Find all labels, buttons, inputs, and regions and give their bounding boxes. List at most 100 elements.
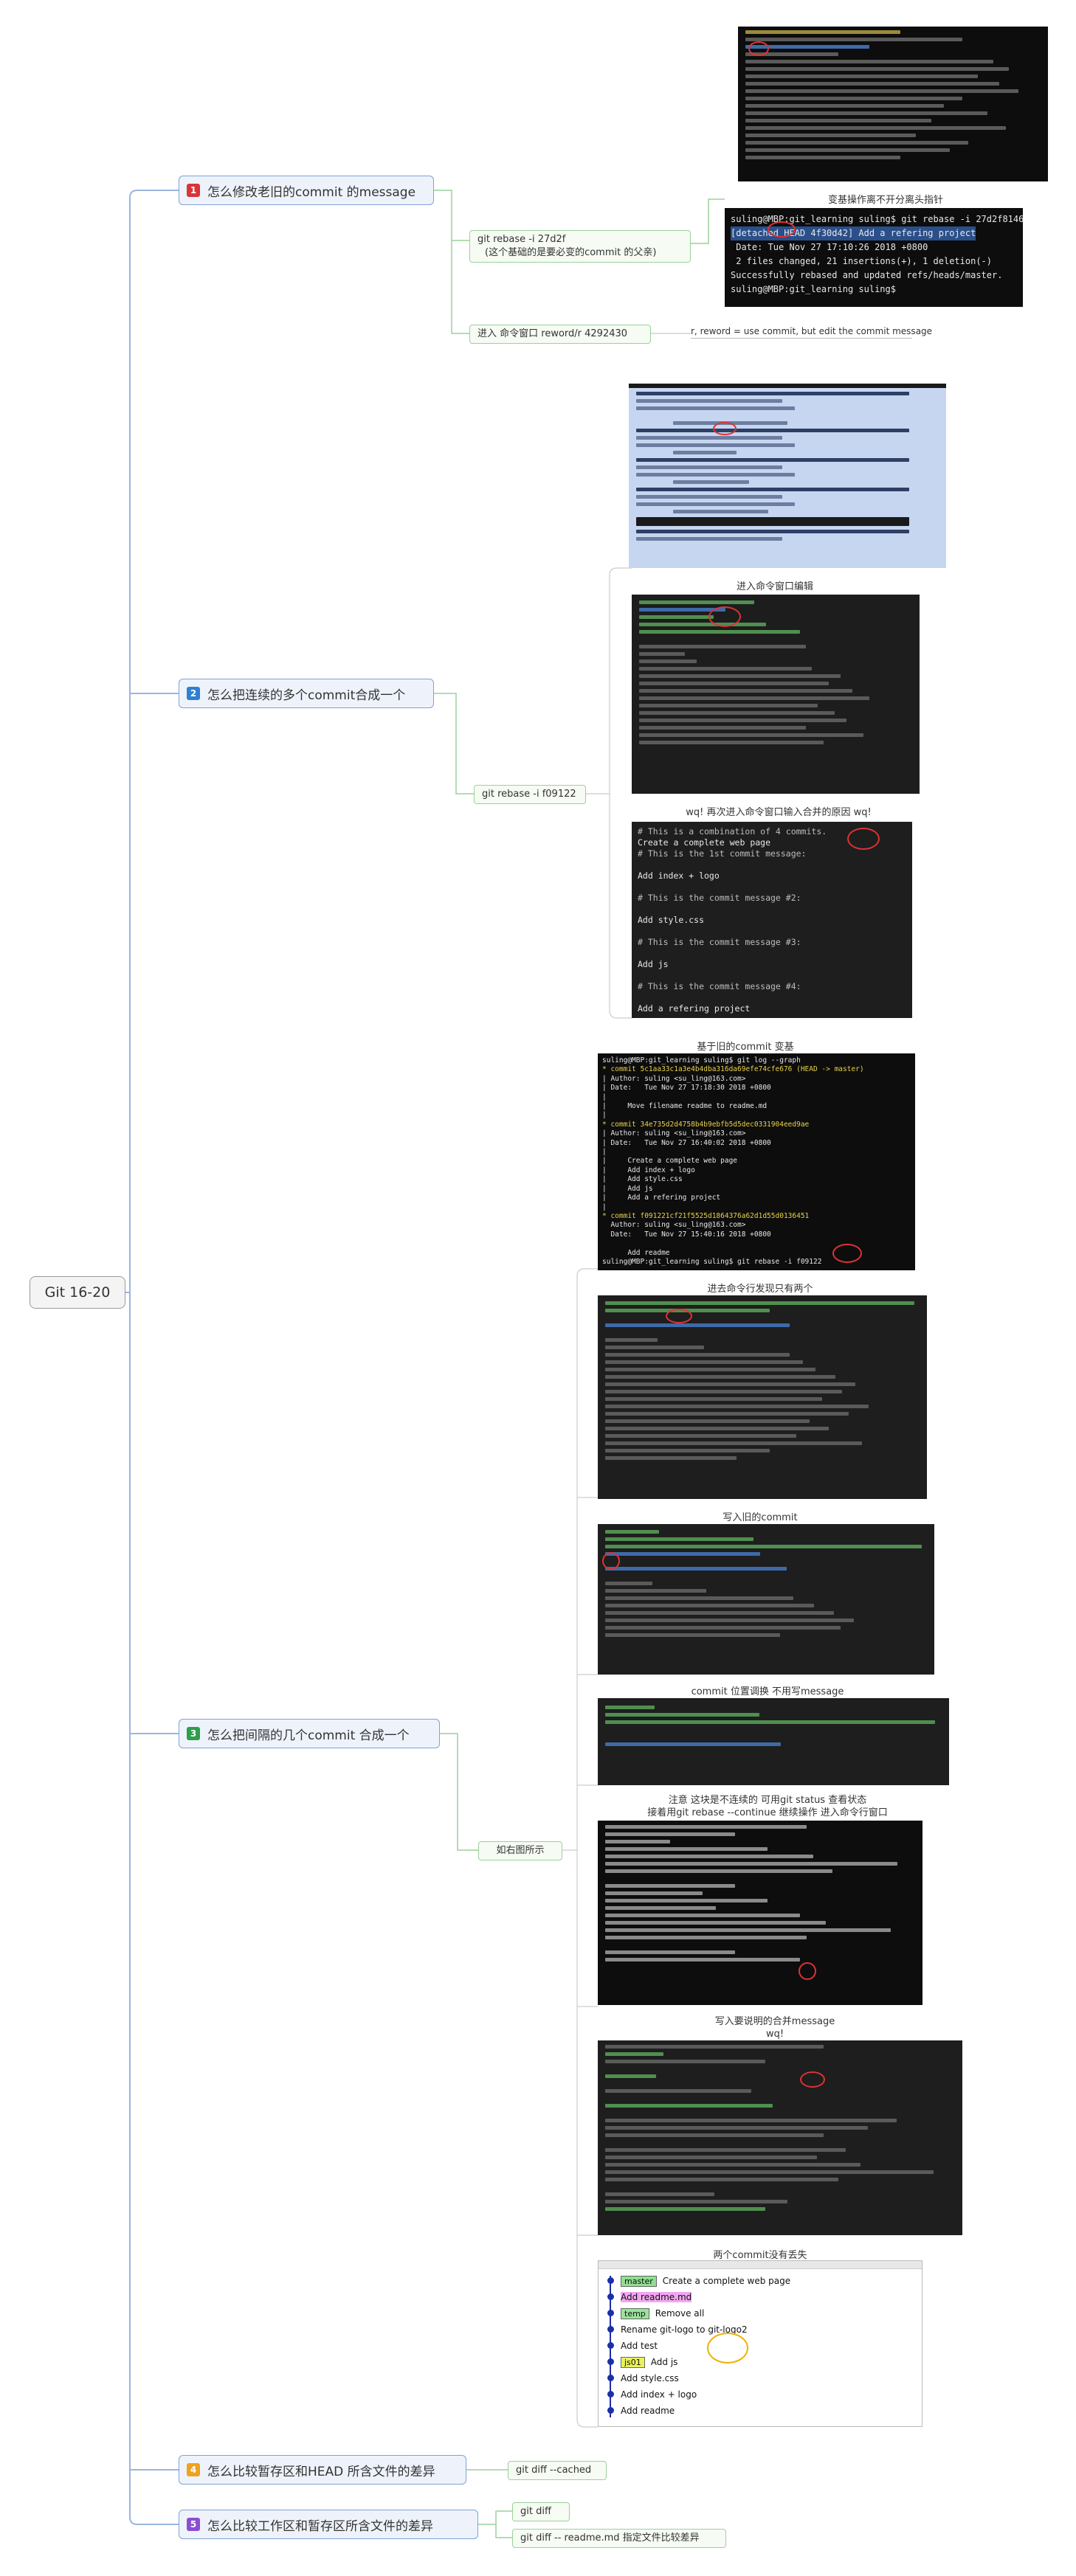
highlight-circle bbox=[602, 1552, 620, 1570]
root-node[interactable]: Git 16-20 bbox=[30, 1276, 125, 1309]
gitk-commit-dot bbox=[607, 2310, 614, 2316]
t1-rebase-todo-screenshot bbox=[738, 27, 1048, 181]
topic-3[interactable]: 3 怎么把间隔的几个commit 合成一个 bbox=[179, 1719, 440, 1748]
gitk-branch-tag: master bbox=[621, 2276, 657, 2287]
log-line: | Add index + logo bbox=[602, 1166, 695, 1174]
t3-caption-status-2: 接着用git rebase --continue 继续操作 进入命令行窗口 bbox=[647, 1807, 888, 1818]
t2-squash-message-screenshot: # This is a combination of 4 commits. Cre… bbox=[632, 822, 912, 1018]
gitk-branch-tag: js01 bbox=[621, 2357, 645, 2368]
gitk-row[interactable]: js01 Add js bbox=[621, 2357, 677, 2368]
t3-caption-pos: commit 位置调换 不用写message bbox=[691, 1686, 844, 1697]
t3-git-log-screenshot: suling@MBP:git_learning suling$ git log … bbox=[598, 1053, 915, 1270]
t3-write-old-commit-screenshot bbox=[598, 1524, 934, 1675]
gitk-row[interactable]: Add readme.md bbox=[621, 2292, 692, 2302]
t2-rebase-cmd: git rebase -i f09122 bbox=[482, 789, 576, 800]
squash-line bbox=[638, 948, 906, 959]
log-line: | Move filename readme to readme.md bbox=[602, 1102, 768, 1111]
t1-rebase-cmd: git rebase -i 27d2f bbox=[477, 234, 566, 245]
highlight-circle bbox=[713, 422, 737, 435]
topic-5-label: 怎么比较工作区和暂存区所含文件的差异 bbox=[207, 2518, 433, 2534]
log-line: Add readme bbox=[602, 1248, 670, 1257]
gitk-commit-message: Add index + logo bbox=[621, 2389, 697, 2400]
log-line: Date: Tue Nov 27 15:40:16 2018 +0800 bbox=[602, 1230, 771, 1239]
t1-terminal-screenshot: suling@MBP:git_learning suling$ git reba… bbox=[725, 208, 1023, 307]
t3-node[interactable]: 如右图所示 bbox=[478, 1841, 562, 1860]
highlight-circle bbox=[800, 2071, 825, 2088]
t3-node-label: 如右图所示 bbox=[496, 1845, 545, 1856]
log-line: | Author: suling <su_ling@163.com> bbox=[602, 1129, 746, 1138]
gitk-row[interactable]: master Create a complete web page bbox=[621, 2276, 790, 2287]
topic-5[interactable]: 5 怎么比较工作区和暂存区所含文件的差异 bbox=[179, 2510, 478, 2539]
gitk-commit-dot bbox=[607, 2358, 614, 2365]
squash-line bbox=[638, 992, 906, 1003]
gitk-commit-dot bbox=[607, 2407, 614, 2414]
t5-diff-cmd: git diff bbox=[520, 2506, 551, 2517]
t1-reword-node[interactable]: 进入 命令窗口 reword/r 4292430 bbox=[469, 325, 651, 344]
gitk-row[interactable]: Add test bbox=[621, 2341, 658, 2351]
topic-1-label: 怎么修改老旧的commit 的message bbox=[207, 184, 416, 200]
root-label: Git 16-20 bbox=[44, 1284, 111, 1301]
squash-line: Add js bbox=[638, 959, 669, 969]
squash-line: Add index + logo bbox=[638, 870, 720, 881]
t4-diff-cached-node[interactable]: git diff --cached bbox=[508, 2461, 607, 2480]
topic-4-number: 4 bbox=[187, 2463, 200, 2476]
gitk-commit-dot bbox=[607, 2342, 614, 2349]
log-line: | Add js bbox=[602, 1184, 653, 1193]
t5-diff-file-cmd: git diff -- readme.md 指定文件比较差异 bbox=[520, 2532, 700, 2544]
t1-term-line-3: Date: Tue Nov 27 17:10:26 2018 +0800 bbox=[731, 242, 928, 252]
squash-line: Add a refering project bbox=[638, 1003, 751, 1014]
t3-gitk-screenshot: master Create a complete web page Add read… bbox=[598, 2260, 922, 2427]
gitk-row[interactable]: Add style.css bbox=[621, 2373, 679, 2383]
gitk-commit-message: Add js bbox=[650, 2357, 678, 2367]
t5-diff-node[interactable]: git diff bbox=[512, 2502, 570, 2521]
t2-caption-edit: 进入命令窗口编辑 bbox=[736, 581, 813, 592]
t1-term-line-6: suling@MBP:git_learning suling$ bbox=[731, 284, 902, 294]
gitk-commit-message: Add readme.md bbox=[621, 2292, 692, 2302]
t2-caption-wq: wq! 再次进入命令窗口输入合并的原因 wq! bbox=[686, 807, 872, 818]
gitk-commit-message: Add readme bbox=[621, 2406, 675, 2416]
t5-diff-file-node[interactable]: git diff -- readme.md 指定文件比较差异 bbox=[512, 2529, 726, 2548]
t3-caption-base: 基于旧的commit 变基 bbox=[697, 1042, 794, 1053]
gitk-commit-dot bbox=[607, 2277, 614, 2284]
t3-merge-message-screenshot bbox=[598, 2040, 962, 2235]
topic-5-number: 5 bbox=[187, 2518, 200, 2531]
highlight-circle bbox=[799, 1962, 816, 1980]
t2-squash-lines: # This is a combination of 4 commits. Cre… bbox=[632, 822, 912, 1018]
t3-caption-lost: 两个commit没有丢失 bbox=[713, 2250, 807, 2261]
squash-line: # This is the 1st commit message: bbox=[638, 848, 807, 859]
log-line: Author: suling <su_ling@163.com> bbox=[602, 1221, 746, 1230]
highlight-circle bbox=[748, 41, 769, 56]
t1-term-line-5: Successfully rebased and updated refs/he… bbox=[731, 270, 1003, 280]
log-line: suling@MBP:git_learning suling$ git log … bbox=[602, 1056, 801, 1064]
gitk-commit-message: Add test bbox=[621, 2341, 658, 2351]
highlight-circle bbox=[768, 221, 796, 238]
gitk-commit-dot bbox=[607, 2375, 614, 2381]
topic-4[interactable]: 4 怎么比较暂存区和HEAD 所含文件的差异 bbox=[179, 2455, 466, 2485]
t3-caption-write: 写入旧的commit bbox=[722, 1512, 798, 1523]
log-line: | Add a refering project bbox=[602, 1194, 721, 1202]
topic-1[interactable]: 1 怎么修改老旧的commit 的message bbox=[179, 176, 434, 205]
topic-2[interactable]: 2 怎么把连续的多个commit合成一个 bbox=[179, 679, 434, 708]
log-line: | Add style.css bbox=[602, 1175, 683, 1184]
highlight-circle bbox=[707, 2333, 748, 2364]
gitk-row[interactable]: Add readme bbox=[621, 2406, 675, 2416]
log-line: | Date: Tue Nov 27 16:40:02 2018 +0800 bbox=[602, 1138, 771, 1147]
topic-2-label: 怎么把连续的多个commit合成一个 bbox=[207, 688, 406, 703]
t3-caption-merge: 写入要说明的合并message wq! bbox=[686, 2015, 863, 2040]
log-line: * commit 34e735d2d4758b4b9ebfb5d5dec0331… bbox=[602, 1120, 810, 1129]
gitk-commit-dot bbox=[607, 2293, 614, 2300]
log-line: | bbox=[602, 1111, 607, 1120]
t3-rebase-todo-screenshot bbox=[598, 1295, 927, 1499]
gitk-row[interactable]: temp Remove all bbox=[621, 2308, 704, 2319]
log-line: | Author: suling <su_ling@163.com> bbox=[602, 1074, 746, 1083]
t3-caption-status: 注意 这块是不连续的 可用git status 查看状态 接着用git reba… bbox=[613, 1794, 922, 1819]
gitk-commit-message: Remove all bbox=[655, 2308, 705, 2319]
t2-rebase-node[interactable]: git rebase -i f09122 bbox=[474, 785, 586, 804]
t1-rebase-node[interactable]: git rebase -i 27d2f (这个基础的是要必变的commit 的父… bbox=[469, 230, 691, 263]
highlight-circle bbox=[708, 606, 741, 627]
t3-caption-merge-1: 写入要说明的合并message bbox=[714, 2016, 835, 2027]
gitk-row[interactable]: Add index + logo bbox=[621, 2389, 697, 2400]
log-line: * commit f091221cf21f5525d1864376a62d1d5… bbox=[602, 1211, 810, 1220]
log-line: | bbox=[602, 1093, 607, 1101]
squash-line bbox=[638, 970, 906, 981]
